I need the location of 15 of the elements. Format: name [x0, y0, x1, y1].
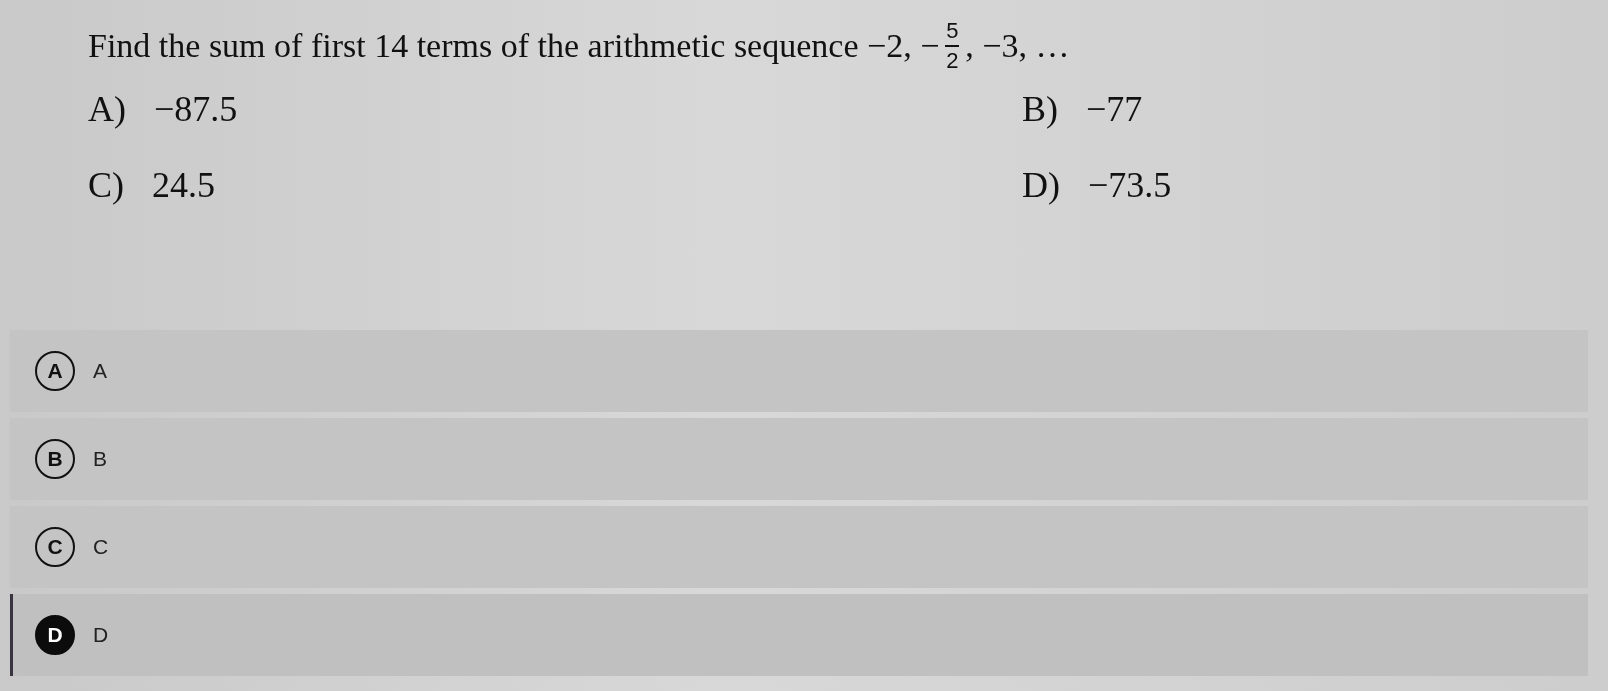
option-label: D): [1022, 164, 1060, 206]
answer-choice[interactable]: D D: [10, 594, 1588, 676]
option-label: B): [1022, 88, 1058, 130]
answer-choice[interactable]: C C: [10, 506, 1588, 588]
option-value: −87.5: [154, 88, 238, 130]
option-label: C): [88, 164, 124, 206]
answer-choice[interactable]: A A: [10, 330, 1588, 412]
answer-choice[interactable]: B B: [10, 418, 1588, 500]
question-text: Find the sum of first 14 terms of the arithmetic sequence −2, −: [88, 27, 940, 65]
fraction: 5 2: [945, 20, 960, 72]
option-value: 24.5: [152, 164, 215, 206]
option-value: −73.5: [1088, 164, 1172, 206]
question-text: , −3, …: [965, 27, 1070, 65]
option-value: −77: [1086, 88, 1143, 130]
option-label: A): [88, 88, 126, 130]
